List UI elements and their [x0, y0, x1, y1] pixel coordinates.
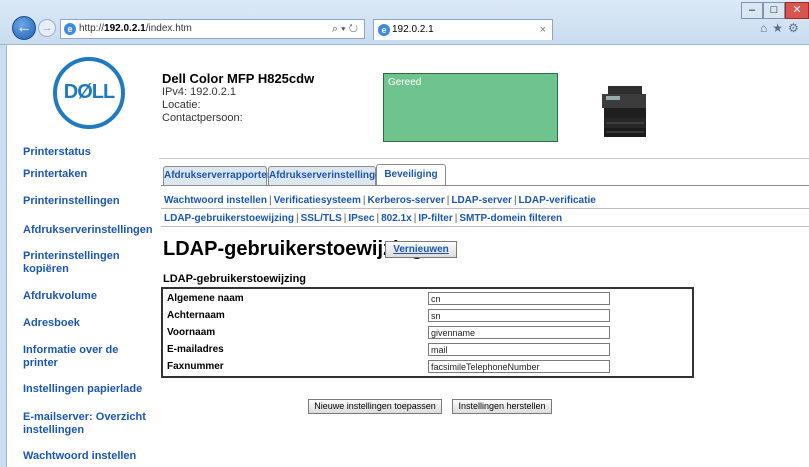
- security-links-row-1: Wachtwoord instellen | Verificatiesysteem |…: [164, 195, 596, 206]
- sidebar-item-wachtwoord[interactable]: Wachtwoord instellen: [23, 450, 173, 463]
- forward-arrow-icon[interactable]: →: [38, 19, 56, 37]
- sidebar-item-adresboek[interactable]: Adresboek: [23, 317, 173, 330]
- sidebar-item-printerstatus[interactable]: Printerstatus: [23, 146, 173, 159]
- address-tools-icons[interactable]: ⌕ ▾ ↻: [332, 20, 358, 38]
- printer-location: Locatie:: [162, 99, 201, 111]
- apply-settings-button[interactable]: Nieuwe instellingen toepassen: [308, 399, 442, 414]
- algemene-naam-input[interactable]: [428, 292, 610, 305]
- ie-page-icon: e: [64, 23, 76, 35]
- link-verificatiesysteem[interactable]: Verificatiesysteem: [274, 195, 361, 206]
- sidebar-item-printerinstellingen-kopieren[interactable]: Printerinstellingen kopiëren: [23, 250, 153, 276]
- minimize-button[interactable]: –: [741, 2, 763, 19]
- url-host: 192.0.2.1: [104, 23, 146, 34]
- tab-afdrukserverrapporten[interactable]: Afdrukserverrapporten: [163, 166, 273, 186]
- link-ldap-verificatie[interactable]: LDAP-verificatie: [519, 195, 596, 206]
- tab-title: 192.0.2.1: [392, 24, 434, 35]
- security-links-row-2: LDAP-gebruikerstoewijzing | SSL/TLS | IPsec |…: [164, 213, 563, 224]
- link-smtp-domein-filteren[interactable]: SMTP-domein filteren: [459, 213, 562, 224]
- status-text: Gereed: [388, 77, 422, 88]
- ie-tab-icon: e: [378, 24, 390, 36]
- field-label-algemene-naam: Algemene naam: [167, 293, 244, 304]
- field-label-faxnummer: Faxnummer: [167, 361, 224, 372]
- link-ldap-server[interactable]: LDAP-server: [451, 195, 512, 206]
- reset-settings-button[interactable]: Instellingen herstellen: [452, 399, 552, 414]
- sidebar-item-printerinstellingen[interactable]: Printerinstellingen: [23, 195, 173, 208]
- link-wachtwoord-instellen[interactable]: Wachtwoord instellen: [164, 195, 267, 206]
- sidebar-item-emailserver[interactable]: E-mailserver: Overzicht instellingen: [23, 411, 158, 437]
- faxnummer-input[interactable]: [428, 360, 610, 373]
- url-prefix: http://: [79, 23, 105, 34]
- sidebar-item-instellingen-papierlade[interactable]: Instellingen papierlade: [23, 383, 173, 396]
- sublinks-divider-1: [161, 208, 809, 209]
- close-window-button[interactable]: ✕: [785, 2, 809, 19]
- url-path: /index.htm: [145, 23, 192, 34]
- home-favorites-settings-icons[interactable]: ⌂★⚙: [760, 21, 804, 35]
- maximize-button[interactable]: □: [763, 2, 785, 19]
- status-panel: Gereed: [383, 73, 558, 142]
- dell-logo: DØLL: [53, 57, 125, 129]
- tab-afdrukserverinstellingen[interactable]: Afdrukserverinstellingen: [268, 166, 387, 186]
- link-ldap-gebruikerstoewijzing[interactable]: LDAP-gebruikerstoewijzing: [164, 213, 294, 224]
- sidebar-item-printertaken[interactable]: Printertaken: [23, 168, 173, 181]
- browser-tab[interactable]: e 192.0.2.1 ×: [373, 19, 553, 40]
- link-kerberos-server[interactable]: Kerberos-server: [367, 195, 444, 206]
- printer-ipv4: IPv4: 192.0.2.1: [162, 86, 236, 98]
- voornaam-input[interactable]: [428, 326, 610, 339]
- close-tab-icon[interactable]: ×: [540, 20, 546, 40]
- field-label-achternaam: Achternaam: [167, 310, 225, 321]
- link-ssl-tls[interactable]: SSL/TLS: [301, 213, 342, 224]
- tab-baseline: [161, 185, 809, 186]
- sublinks-divider-2: [161, 226, 809, 227]
- field-label-emailadres: E-mailadres: [167, 344, 224, 355]
- refresh-button[interactable]: Vernieuwen: [385, 241, 457, 258]
- printer-image: [602, 86, 646, 137]
- link-ip-filter[interactable]: IP-filter: [418, 213, 452, 224]
- section-title: LDAP-gebruikerstoewijzing: [163, 273, 307, 285]
- sidebar-item-informatie-printer[interactable]: Informatie over de printer: [23, 344, 143, 370]
- back-arrow-icon[interactable]: ←: [12, 16, 36, 40]
- address-bar[interactable]: e http://192.0.2.1/index.htm ⌕ ▾ ↻: [60, 19, 365, 39]
- printer-contact: Contactpersoon:: [162, 112, 243, 124]
- sidebar-item-afdrukvolume[interactable]: Afdrukvolume: [23, 290, 173, 303]
- link-ipsec[interactable]: IPsec: [348, 213, 374, 224]
- left-window-border: [0, 45, 7, 467]
- emailadres-input[interactable]: [428, 343, 610, 356]
- achternaam-input[interactable]: [428, 309, 610, 322]
- field-label-voornaam: Voornaam: [167, 327, 216, 338]
- link-8021x[interactable]: 802.1x: [381, 213, 412, 224]
- browser-chrome: ← → e http://192.0.2.1/index.htm ⌕ ▾ ↻ e…: [0, 0, 809, 45]
- sidebar-item-afdrukserverinstellingen[interactable]: Afdrukserverinstellingen: [23, 224, 173, 237]
- header-divider: [159, 158, 809, 159]
- printer-model: Dell Color MFP H825cdw: [162, 71, 315, 86]
- tab-beveiliging[interactable]: Beveiliging: [376, 164, 446, 186]
